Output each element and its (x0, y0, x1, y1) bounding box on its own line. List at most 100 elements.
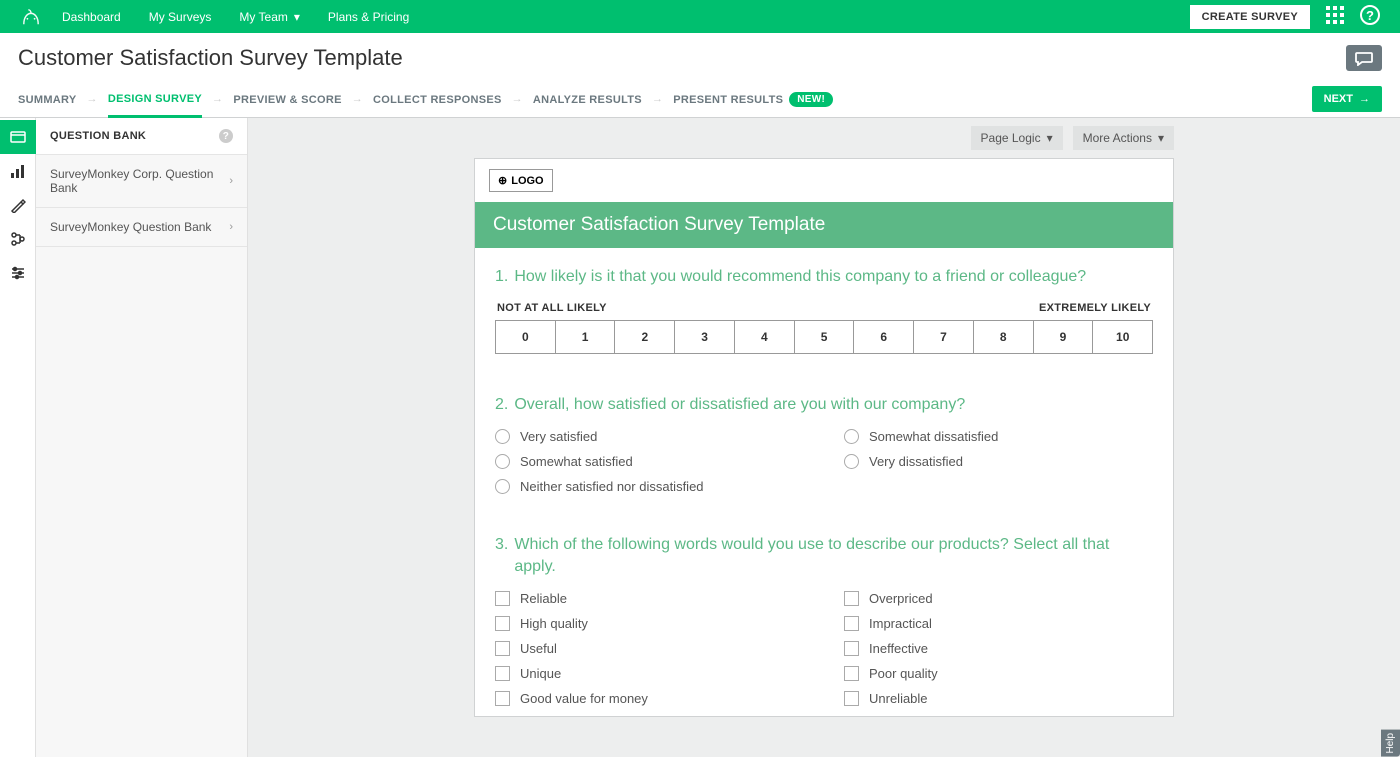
q3-opt-unique[interactable]: Unique (495, 666, 804, 681)
radio-icon (495, 479, 510, 494)
apps-grid-icon[interactable] (1326, 6, 1344, 27)
nps-cell-2[interactable]: 2 (615, 321, 675, 353)
nav-plans-pricing[interactable]: Plans & Pricing (328, 10, 409, 24)
survey-title[interactable]: Customer Satisfaction Survey Template (475, 202, 1173, 248)
add-logo-button[interactable]: ⊕ LOGO (489, 169, 553, 192)
surveymonkey-logo-icon[interactable] (20, 8, 42, 26)
rail-logic[interactable] (0, 222, 36, 256)
question-1[interactable]: 1. How likely is it that you would recom… (475, 248, 1173, 364)
rail-builder[interactable] (0, 154, 36, 188)
q3-opt-unreliable[interactable]: Unreliable (844, 691, 1153, 706)
comments-button[interactable] (1346, 45, 1382, 71)
q2-opt-somewhat-dissatisfied[interactable]: Somewhat dissatisfied (844, 429, 1153, 444)
question-3[interactable]: 3. Which of the following words would yo… (475, 504, 1173, 716)
rail-question-bank[interactable] (0, 120, 36, 154)
checkbox-icon (495, 691, 510, 706)
panel-header-label: QUESTION BANK (50, 130, 146, 142)
rail-appearance[interactable] (0, 188, 36, 222)
q3-opt-overpriced[interactable]: Overpriced (844, 591, 1153, 606)
qbank-item-label: SurveyMonkey Corp. Question Bank (50, 167, 229, 195)
option-label: Very satisfied (520, 429, 597, 444)
top-nav: Dashboard My Surveys My Team ▾ Plans & P… (0, 0, 1400, 33)
chevron-right-icon: › (229, 221, 233, 233)
caret-down-icon: ▾ (1158, 131, 1164, 145)
checkbox-icon (844, 616, 859, 631)
step-design-survey[interactable]: DESIGN SURVEY (108, 81, 202, 118)
add-logo-label: LOGO (511, 175, 543, 187)
help-icon[interactable]: ? (1360, 5, 1380, 28)
option-label: Neither satisfied nor dissatisfied (520, 479, 704, 494)
nps-cell-7[interactable]: 7 (914, 321, 974, 353)
nps-cell-10[interactable]: 10 (1093, 321, 1152, 353)
page-title: Customer Satisfaction Survey Template (18, 45, 1346, 71)
option-label: Unique (520, 666, 561, 681)
rail-options[interactable] (0, 256, 36, 290)
step-summary[interactable]: SUMMARY (18, 82, 77, 116)
option-label: High quality (520, 616, 588, 631)
checkbox-icon (844, 691, 859, 706)
q2-opt-somewhat-satisfied[interactable]: Somewhat satisfied (495, 454, 804, 469)
step-present-results[interactable]: PRESENT RESULTS (673, 82, 783, 116)
chevron-right-icon: → (352, 93, 363, 105)
design-canvas: Page Logic ▾ More Actions ▾ ⊕ LOGO Custo… (248, 118, 1400, 757)
qbank-item-corp[interactable]: SurveyMonkey Corp. Question Bank › (36, 155, 247, 208)
panel-help-icon[interactable]: ? (219, 129, 233, 143)
nav-dashboard[interactable]: Dashboard (62, 10, 121, 24)
option-label: Overpriced (869, 591, 933, 606)
qbank-item-sm[interactable]: SurveyMonkey Question Bank › (36, 208, 247, 247)
q3-opt-poor-quality[interactable]: Poor quality (844, 666, 1153, 681)
option-label: Unreliable (869, 691, 928, 706)
step-analyze-results[interactable]: ANALYZE RESULTS (533, 82, 642, 116)
option-label: Ineffective (869, 641, 928, 656)
nps-cell-6[interactable]: 6 (854, 321, 914, 353)
qbank-item-label: SurveyMonkey Question Bank (50, 220, 211, 234)
q3-opt-good-value[interactable]: Good value for money (495, 691, 804, 706)
option-label: Useful (520, 641, 557, 656)
q3-opt-reliable[interactable]: Reliable (495, 591, 804, 606)
step-preview-score[interactable]: PREVIEW & SCORE (233, 82, 341, 116)
step-collect-responses[interactable]: COLLECT RESPONSES (373, 82, 502, 116)
nps-high-label: EXTREMELY LIKELY (1039, 302, 1151, 314)
new-badge: NEW! (789, 92, 833, 107)
checkbox-icon (495, 641, 510, 656)
nps-cell-4[interactable]: 4 (735, 321, 795, 353)
next-button[interactable]: NEXT → (1312, 86, 1382, 112)
caret-down-icon: ▾ (1047, 131, 1053, 145)
help-tab[interactable]: Help (1381, 730, 1400, 757)
q1-number: 1. (495, 266, 508, 288)
q2-opt-neither[interactable]: Neither satisfied nor dissatisfied (495, 479, 804, 494)
chevron-right-icon: › (229, 175, 233, 187)
page-logic-button[interactable]: Page Logic ▾ (971, 126, 1063, 150)
question-bank-panel: QUESTION BANK ? SurveyMonkey Corp. Quest… (36, 118, 248, 757)
question-2[interactable]: 2. Overall, how satisfied or dissatisfie… (475, 364, 1173, 505)
checkbox-icon (844, 591, 859, 606)
svg-text:?: ? (1366, 8, 1374, 23)
nav-links: Dashboard My Surveys My Team ▾ Plans & P… (62, 10, 409, 24)
nps-cell-3[interactable]: 3 (675, 321, 735, 353)
option-label: Good value for money (520, 691, 648, 706)
q3-opt-impractical[interactable]: Impractical (844, 616, 1153, 631)
nps-cell-5[interactable]: 5 (795, 321, 855, 353)
nav-my-team[interactable]: My Team ▾ (239, 10, 300, 24)
q3-opt-ineffective[interactable]: Ineffective (844, 641, 1153, 656)
q2-opt-very-satisfied[interactable]: Very satisfied (495, 429, 804, 444)
nps-cell-9[interactable]: 9 (1034, 321, 1094, 353)
checkbox-icon (844, 641, 859, 656)
q3-opt-high-quality[interactable]: High quality (495, 616, 804, 631)
nps-cell-8[interactable]: 8 (974, 321, 1034, 353)
page-logic-label: Page Logic (981, 131, 1041, 145)
nps-cell-0[interactable]: 0 (496, 321, 556, 353)
nps-cell-1[interactable]: 1 (556, 321, 616, 353)
nps-scale: 0 1 2 3 4 5 6 7 8 9 10 (495, 320, 1153, 354)
title-bar: Customer Satisfaction Survey Template (0, 33, 1400, 81)
create-survey-button[interactable]: CREATE SURVEY (1190, 5, 1310, 29)
checkbox-icon (495, 591, 510, 606)
more-actions-button[interactable]: More Actions ▾ (1073, 126, 1174, 150)
plus-icon: ⊕ (498, 174, 507, 187)
q2-opt-very-dissatisfied[interactable]: Very dissatisfied (844, 454, 1153, 469)
q3-opt-useful[interactable]: Useful (495, 641, 804, 656)
q2-number: 2. (495, 394, 508, 416)
radio-icon (844, 454, 859, 469)
page-actions-row: Page Logic ▾ More Actions ▾ (474, 118, 1174, 158)
nav-my-surveys[interactable]: My Surveys (149, 10, 212, 24)
